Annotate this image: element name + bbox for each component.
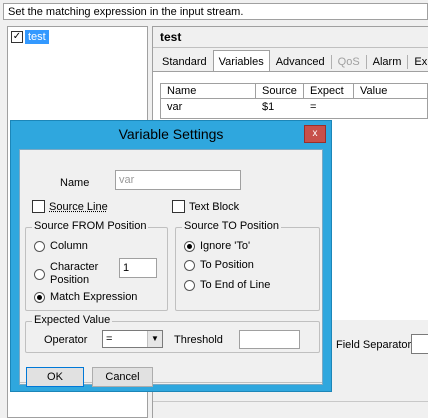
ok-button[interactable]: OK	[26, 367, 84, 387]
cell-name: var	[167, 101, 183, 113]
close-icon: x	[312, 128, 318, 139]
radio-column-label: Column	[50, 240, 88, 252]
radio-to-position[interactable]: To Position	[184, 259, 254, 271]
variable-settings-dialog: Variable Settings x Name var Source Line…	[10, 120, 332, 392]
dialog-title: Variable Settings	[118, 126, 224, 142]
radio-to-position-label: To Position	[200, 259, 254, 271]
column-header-source[interactable]: Source	[256, 84, 304, 99]
cell-source: $1	[262, 101, 275, 113]
column-header-name[interactable]: Name	[161, 84, 256, 99]
operator-select[interactable]: = ▼	[102, 330, 163, 348]
source-to-group: Source TO Position Ignore 'To' To Positi…	[175, 220, 320, 311]
tab-qos: QoS	[337, 56, 360, 68]
tab-ex[interactable]: Ex	[408, 52, 428, 71]
threshold-input[interactable]	[239, 330, 300, 349]
column-header-value[interactable]: Value	[354, 84, 427, 99]
radio-ignore-to-label: Ignore 'To'	[200, 240, 251, 252]
tab-strip: Standard Variables Advanced QoS Alarm Ex	[156, 50, 428, 72]
radio-to-end-of-line-label: To End of Line	[200, 279, 271, 291]
close-button[interactable]: x	[304, 125, 326, 143]
text-block-checkbox-box[interactable]	[172, 200, 185, 213]
source-line-checkbox[interactable]: Source Line	[32, 200, 108, 213]
radio-to-end-of-line-dot[interactable]	[184, 279, 195, 291]
radio-character-position-label: Character Position	[50, 261, 99, 286]
table-row[interactable]: var $1 =	[161, 100, 427, 115]
tree-item-label[interactable]: test	[25, 29, 49, 44]
radio-to-end-of-line[interactable]: To End of Line	[184, 279, 270, 291]
radio-column[interactable]: Column	[34, 240, 88, 252]
expected-value-title: Expected Value	[32, 314, 113, 326]
radio-ignore-to[interactable]: Ignore 'To'	[184, 240, 250, 252]
tab-standard[interactable]: Standard	[156, 52, 213, 71]
hint-bar: Set the matching expression in the input…	[3, 3, 428, 20]
field-separator-input[interactable]	[411, 334, 428, 354]
name-field[interactable]: var	[115, 170, 241, 190]
cell-value	[354, 100, 427, 115]
radio-column-dot[interactable]	[34, 240, 45, 252]
field-separator-label: Field Separator	[336, 339, 412, 351]
variables-grid[interactable]: Name Source Expect Value var $1 =	[160, 83, 428, 119]
panel-title: test	[160, 30, 182, 44]
text-block-checkbox[interactable]: Text Block	[172, 200, 239, 213]
tree-item-checkbox[interactable]: ✓	[11, 30, 23, 43]
source-from-group: Source FROM Position Column Character Po…	[25, 220, 168, 311]
panel-divider	[153, 47, 428, 48]
operator-value: =	[106, 333, 113, 345]
expected-value-group: Expected Value Operator = ▼ Threshold	[25, 314, 320, 353]
operator-label: Operator	[44, 334, 88, 346]
tab-variables[interactable]: Variables	[212, 50, 270, 71]
threshold-label: Threshold	[174, 334, 223, 346]
text-block-label: Text Block	[189, 200, 240, 213]
chevron-down-icon[interactable]: ▼	[147, 331, 162, 347]
name-label: Name	[60, 177, 90, 189]
radio-character-position-dot[interactable]	[34, 268, 45, 280]
lower-divider	[153, 401, 428, 402]
radio-character-position[interactable]: Character Position	[34, 261, 112, 287]
source-from-title: Source FROM Position	[32, 220, 149, 232]
character-position-input[interactable]: 1	[119, 258, 157, 278]
radio-ignore-to-dot[interactable]	[184, 240, 195, 252]
column-header-expect[interactable]: Expect	[304, 84, 354, 99]
tree-item-test[interactable]: ✓ test	[11, 29, 49, 44]
grid-header: Name Source Expect Value	[161, 84, 427, 99]
radio-match-expression-label: Match Expression	[50, 291, 138, 303]
source-line-checkbox-box[interactable]	[32, 200, 45, 213]
source-line-label: Source Line	[49, 200, 108, 213]
tab-advanced[interactable]: Advanced	[270, 52, 331, 71]
cell-expect: =	[310, 101, 317, 113]
radio-match-expression-dot[interactable]	[34, 291, 45, 303]
dialog-body: Name var Source Line Text Block Source F…	[19, 149, 323, 385]
cancel-button[interactable]: Cancel	[92, 367, 153, 387]
radio-match-expression[interactable]: Match Expression	[34, 291, 137, 303]
source-to-title: Source TO Position	[182, 220, 281, 232]
radio-to-position-dot[interactable]	[184, 259, 195, 271]
tab-alarm[interactable]: Alarm	[367, 52, 408, 71]
hint-text: Set the matching expression in the input…	[8, 6, 244, 18]
